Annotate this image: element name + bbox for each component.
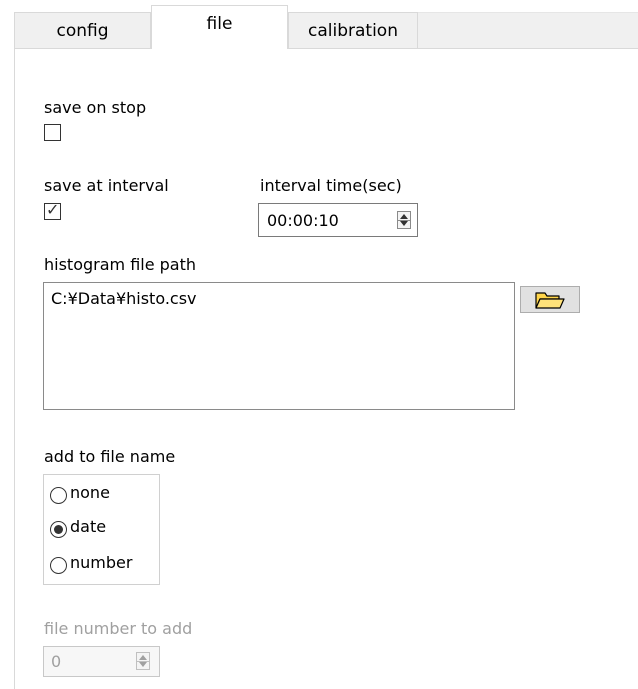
radio-selected-dot xyxy=(54,525,63,534)
checkmark-icon: ✓ xyxy=(46,200,60,219)
folder-open-icon xyxy=(535,292,565,309)
radio-button[interactable] xyxy=(50,521,67,538)
file-number-value: 0 xyxy=(51,652,62,671)
interval-time-stepper[interactable]: 00:00:10 xyxy=(258,203,418,237)
radio-option-label: date xyxy=(70,517,107,536)
radio-button[interactable] xyxy=(50,557,67,574)
spin-down-icon[interactable] xyxy=(139,662,147,667)
tab-file[interactable]: file xyxy=(151,5,288,49)
tab-config[interactable]: config xyxy=(14,12,151,48)
file-settings-window: config file calibration save on stop sav… xyxy=(0,0,638,689)
save-on-stop-label: save on stop xyxy=(44,98,147,117)
spin-up-icon[interactable] xyxy=(400,214,408,219)
radio-option-label: none xyxy=(70,483,110,502)
file-number-to-add-label: file number to add xyxy=(44,619,193,638)
spin-down-icon[interactable] xyxy=(400,221,408,226)
interval-time-spin-buttons[interactable] xyxy=(397,211,411,229)
save-at-interval-checkbox[interactable]: ✓ xyxy=(44,200,61,220)
interval-time-label: interval time(sec) xyxy=(260,176,402,195)
histogram-file-path-label: histogram file path xyxy=(44,255,197,274)
save-on-stop-checkbox[interactable] xyxy=(44,124,61,141)
tab-strip-background xyxy=(418,12,638,49)
add-to-file-name-label: add to file name xyxy=(44,447,176,466)
add-to-file-name-radio-group: none date number xyxy=(43,474,160,585)
save-at-interval-label: save at interval xyxy=(44,176,169,195)
histogram-file-path-value: C:¥Data¥histo.csv xyxy=(51,289,197,308)
file-number-stepper[interactable]: 0 xyxy=(43,646,160,677)
browse-folder-button[interactable] xyxy=(520,286,580,313)
radio-option-label: number xyxy=(70,553,133,572)
interval-time-value: 00:00:10 xyxy=(267,211,339,230)
file-number-spin-buttons[interactable] xyxy=(136,652,150,670)
tab-calibration[interactable]: calibration xyxy=(288,12,418,48)
spin-up-icon[interactable] xyxy=(139,655,147,660)
radio-button[interactable] xyxy=(50,487,67,504)
histogram-file-path-input[interactable]: C:¥Data¥histo.csv xyxy=(43,282,515,410)
